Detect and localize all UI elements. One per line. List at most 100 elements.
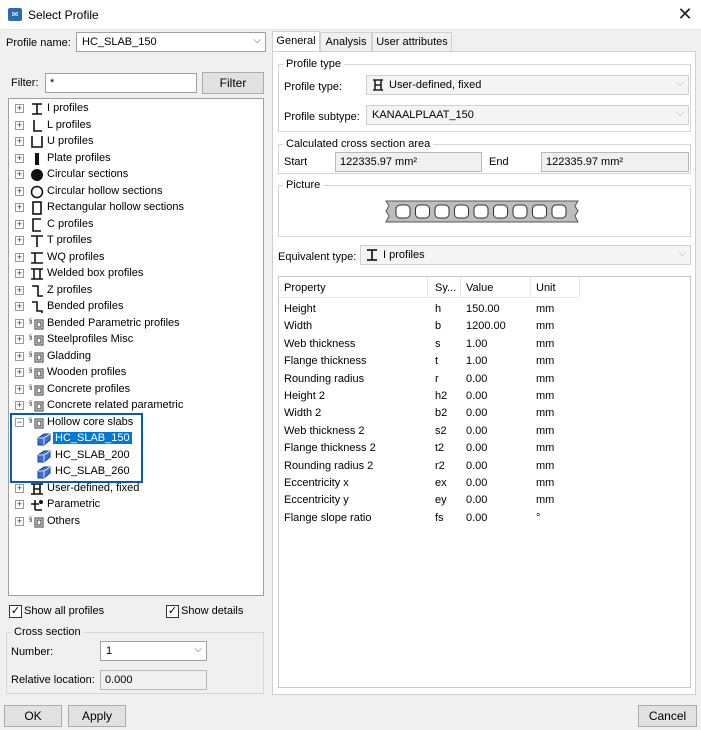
table-cell: Flange slope ratio	[284, 511, 372, 524]
l-profile-icon	[29, 119, 45, 133]
expand-icon[interactable]: +	[15, 302, 24, 311]
expand-icon[interactable]: +	[15, 120, 24, 130]
table-cell: mm	[536, 337, 555, 350]
expand-icon[interactable]: +	[15, 335, 24, 344]
table-cell: 1.00	[466, 355, 488, 368]
tree-item[interactable]: + § Others	[9, 514, 263, 530]
chevron-down-icon: ⌵	[678, 248, 686, 259]
show-all-profiles-checkbox[interactable]: ✓	[9, 605, 22, 618]
filter-input[interactable]: *	[45, 73, 197, 93]
equivalent-type-combo[interactable]: I profiles ⌵	[360, 245, 691, 265]
relative-location-field: 0.000	[100, 670, 207, 690]
profile-type-title: Profile type	[283, 58, 345, 70]
tree-item[interactable]: + Circular sections	[9, 167, 263, 183]
column-header[interactable]: Value	[466, 282, 493, 294]
tree-item[interactable]: + Bended profiles	[9, 299, 263, 315]
bended-profile-icon	[29, 300, 45, 314]
tab-analysis[interactable]: Analysis	[320, 32, 372, 52]
expand-icon[interactable]: +	[15, 186, 24, 196]
tree-item[interactable]: + T profiles	[9, 233, 263, 249]
tree-item[interactable]: + § Bended Parametric profiles	[9, 316, 263, 332]
expand-icon[interactable]: +	[15, 137, 24, 146]
expand-icon[interactable]: +	[15, 318, 24, 328]
column-header[interactable]: Sy...	[435, 282, 456, 294]
profile-type-combo[interactable]: User-defined, fixed ⌵	[366, 75, 689, 95]
table-cell: °	[536, 511, 541, 524]
expand-icon[interactable]: +	[15, 104, 24, 113]
tree-item[interactable]: + WQ profiles	[9, 250, 263, 266]
table-cell: mm	[536, 407, 555, 420]
expand-icon[interactable]: +	[15, 368, 24, 377]
table-cell: Web thickness	[284, 337, 356, 350]
column-header[interactable]: Property	[284, 282, 326, 294]
tree-item[interactable]: + Circular hollow sections	[9, 184, 263, 200]
table-cell: Eccentricity y	[284, 494, 349, 507]
expand-icon[interactable]: +	[15, 384, 24, 394]
profile-name-combo[interactable]: HC_SLAB_150 ⌵	[76, 32, 266, 52]
circle-icon	[29, 168, 45, 182]
tree-item-label: T profiles	[47, 234, 93, 246]
expand-icon[interactable]: +	[15, 351, 24, 361]
show-details-checkbox[interactable]: ✓	[166, 605, 179, 618]
svg-text:§: §	[29, 385, 32, 391]
filter-button[interactable]: Filter	[202, 72, 264, 94]
table-cell: 1200.00	[466, 320, 506, 333]
cancel-button[interactable]: Cancel	[638, 705, 697, 727]
slab-hole	[434, 204, 450, 219]
tree-item[interactable]: + I profiles	[9, 101, 263, 117]
column-header[interactable]: Unit	[536, 282, 556, 294]
tree-item[interactable]: + U profiles	[9, 134, 263, 150]
expand-icon[interactable]: +	[15, 153, 24, 163]
tree-item[interactable]: + § Concrete related parametric	[9, 398, 263, 414]
profile-subtype-combo[interactable]: KANAALPLAAT_150 ⌵	[366, 105, 689, 125]
tree-item[interactable]: + L profiles	[9, 118, 263, 134]
profile-type-value: User-defined, fixed	[389, 79, 482, 91]
tree-item-label: WQ profiles	[47, 250, 105, 263]
tree-item[interactable]: + Welded box profiles	[9, 266, 263, 282]
expand-icon[interactable]: +	[15, 170, 24, 179]
expand-icon[interactable]: +	[15, 401, 24, 410]
number-combo[interactable]: 1 ⌵	[100, 641, 207, 661]
tree-item[interactable]: + § Concrete profiles	[9, 382, 263, 398]
close-icon[interactable]: ✕	[672, 2, 698, 26]
tree-item-label: Z profiles	[47, 283, 93, 296]
expand-icon[interactable]: +	[15, 236, 24, 245]
expand-icon[interactable]: +	[15, 219, 24, 229]
profile-tree[interactable]: + I profiles + L profiles + U profiles + Plate …	[8, 98, 264, 596]
table-cell: 1.00	[466, 337, 488, 350]
picture-title: Picture	[283, 179, 324, 191]
expand-icon[interactable]: +	[15, 500, 24, 509]
expand-icon[interactable]: +	[15, 269, 24, 278]
tree-item[interactable]: + § Wooden profiles	[9, 365, 263, 381]
expand-icon[interactable]: +	[15, 252, 24, 262]
table-cell: 0.00	[466, 424, 488, 437]
tree-item[interactable]: + Z profiles	[9, 283, 263, 299]
property-grid[interactable]: Property Sy... Value Unit Height h 150.00 mm Wid…	[278, 276, 691, 688]
end-area-field: 122335.97 mm²	[541, 152, 689, 172]
relative-location-value: 0.000	[105, 674, 133, 686]
expand-icon[interactable]: +	[15, 483, 24, 493]
tab-general[interactable]: General	[272, 31, 320, 52]
tree-item[interactable]: + Parametric	[9, 497, 263, 513]
tree-item[interactable]: + Rectangular hollow sections	[9, 200, 263, 216]
tree-item[interactable]: + C profiles	[9, 217, 263, 233]
table-cell: Eccentricity x	[284, 477, 349, 489]
parametric-icon: §	[29, 333, 45, 347]
tab-user-attributes[interactable]: User attributes	[372, 32, 452, 52]
table-cell: mm	[536, 459, 555, 472]
expand-icon[interactable]: +	[15, 516, 24, 526]
tree-item[interactable]: + § Gladding	[9, 349, 263, 365]
tree-item[interactable]: + Plate profiles	[9, 151, 263, 167]
wq-profile-icon	[29, 251, 45, 265]
number-value: 1	[106, 645, 113, 657]
apply-button[interactable]: Apply	[68, 705, 126, 727]
slab-hole	[493, 204, 508, 219]
rect-hollow-icon	[29, 201, 45, 215]
u-profile-icon	[29, 135, 45, 149]
ok-button[interactable]: OK	[4, 705, 62, 727]
table-cell: Flange thickness	[284, 355, 367, 368]
expand-icon[interactable]: +	[15, 203, 24, 212]
app-logo-icon: ✉	[8, 8, 22, 21]
expand-icon[interactable]: +	[15, 285, 24, 295]
tree-item[interactable]: + § Steelprofiles Misc	[9, 332, 263, 348]
